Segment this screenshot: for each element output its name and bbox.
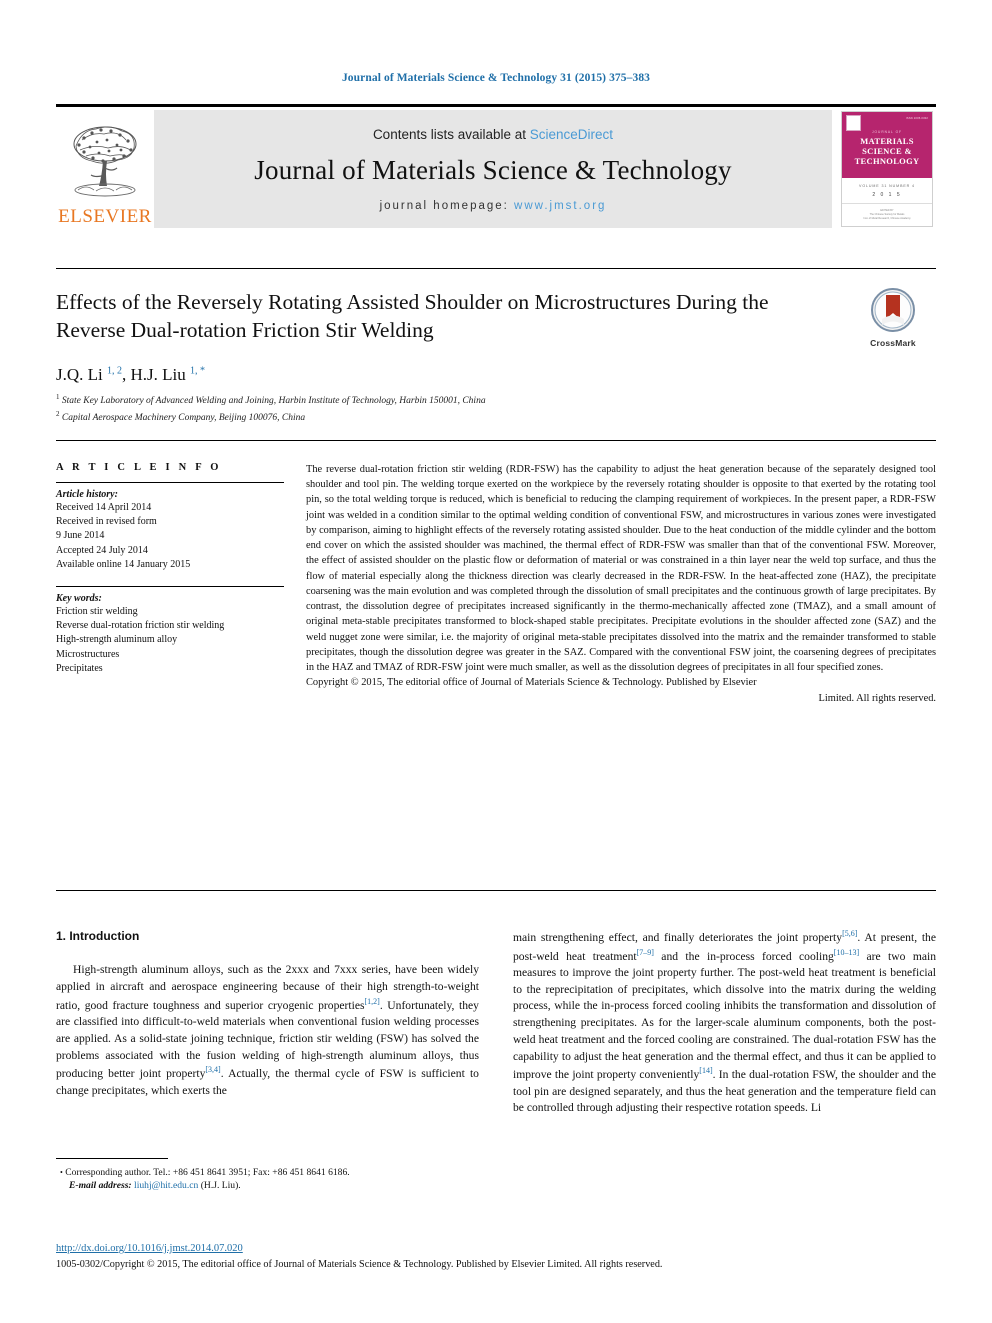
citation-ref[interactable]: [3,4] [205,1065,220,1074]
page-footer: http://dx.doi.org/10.1016/j.jmst.2014.07… [56,1243,936,1270]
crossmark-label: CrossMark [870,338,916,348]
contents-prefix: Contents lists available at [372,127,530,142]
elsevier-logo: ELSEVIER [56,110,154,228]
article-info-heading: A R T I C L E I N F O [56,462,222,473]
affiliation-2: 2 Capital Aerospace Machinery Company, B… [56,409,936,426]
abstract-copyright-line-1: Copyright © 2015, The editorial office o… [306,677,757,689]
footnote-email-link[interactable]: liuhj@hit.edu.cn [134,1180,198,1191]
masthead-bottom-rule [56,268,936,269]
title-block: Effects of the Reversely Rotating Assist… [56,288,936,426]
keywords-label: Key words: [56,592,102,604]
footnote-email-label: E-mail address: [69,1180,132,1192]
footer-copyright: 1005-0302/Copyright © 2015, The editoria… [56,1259,663,1270]
citation-ref[interactable]: [10–13] [834,948,859,957]
journal-cover-thumbnail: ISSN 1005-0302 JOURNAL OF MATERIALS SCIE… [832,110,936,228]
body-column-right: main strengthening effect, and finally d… [513,928,936,1117]
keyword-item: Reverse dual-rotation friction stir weld… [56,620,225,632]
abstract-copyright-line-2: Limited. All rights reserved. [818,692,936,704]
history-item: Available online 14 January 2015 [56,558,191,570]
crossmark-icon [871,288,915,332]
title-bottom-rule [56,440,936,441]
affiliations: 1 State Key Laboratory of Advanced Weldi… [56,392,936,426]
keyword-item: Microstructures [56,648,120,660]
footnote-bullet-icon: • [60,1168,63,1177]
keyword-item: Friction stir welding [56,605,138,617]
intro-right-part-4: are two main measures to improve the joi… [513,949,937,1082]
doi-link[interactable]: http://dx.doi.org/10.1016/j.jmst.2014.07… [56,1243,936,1254]
abstract-copyright: Copyright © 2015, The editorial office o… [306,675,936,705]
abstract-text: The reverse dual-rotation friction stir … [306,464,936,674]
sciencedirect-link[interactable]: ScienceDirect [530,127,613,142]
intro-right-part-1: main strengthening effect, and finally d… [513,930,843,944]
crossmark-badge[interactable]: CrossMark [850,288,936,348]
cover-footer-line-3: Inst. of Metal Research, Chinese Academy [863,216,911,220]
history-item: Accepted 24 July 2014 [56,544,148,556]
article-history-label: Article history: [56,489,118,500]
journal-homepage-link[interactable]: www.jmst.org [514,200,606,212]
body-column-left: 1. Introduction High-strength aluminum a… [56,928,479,1117]
info-and-abstract: A R T I C L E I N F O Article history: R… [56,462,936,706]
citation-ref[interactable]: [1,2] [364,997,379,1006]
elsevier-wordmark: ELSEVIER [58,206,152,227]
page-title: Effects of the Reversely Rotating Assist… [56,290,769,343]
affiliation-marker-2: 2 [56,409,60,418]
affiliation-marker-1: 1 [56,392,60,401]
intro-right-part-3: and the in-process forced cooling [653,949,834,963]
affiliation-text-2: Capital Aerospace Machinery Company, Bei… [61,412,306,423]
author-2: H.J. Liu 1, * [130,364,206,384]
author-1: J.Q. Li 1, 2 [56,364,122,384]
footnote-corresponding-text: Corresponding author. Tel.: +86 451 8641… [65,1167,350,1178]
article-page: Journal of Materials Science & Technolog… [0,0,992,1323]
author-list: J.Q. Li 1, 2, H.J. Liu 1, * [56,365,936,385]
keyword-item: High-strength aluminum alloy [56,634,178,646]
cover-year: 2 0 1 5 [872,191,902,198]
cover-superline: JOURNAL OF [871,129,903,134]
cover-title-line-3: TECHNOLOGY [854,156,920,166]
journal-title: Journal of Materials Science & Technolog… [254,155,732,185]
cover-volume: VOLUME 31 NUMBER 4 [859,183,915,188]
article-info-column: A R T I C L E I N F O Article history: R… [56,462,306,706]
intro-paragraph-right: main strengthening effect, and finally d… [513,928,936,1117]
affiliation-text-1: State Key Laboratory of Advanced Welding… [61,395,486,406]
footnote-body: • Corresponding author. Tel.: +86 451 86… [56,1166,479,1193]
article-info-rule-top [56,482,284,483]
cover-title-line-2: SCIENCE & [862,145,912,156]
citation-ref[interactable]: [5,6] [842,929,857,938]
history-item: Received 14 April 2014 [56,502,152,513]
keyword-item: Precipitates [56,662,103,674]
author-separator: , [122,364,131,384]
masthead-center: Contents lists available at ScienceDirec… [154,110,832,228]
section-heading-introduction: 1. Introduction [56,929,140,943]
contents-lists-line: Contents lists available at ScienceDirec… [373,127,613,142]
history-item: Received in revised form [56,516,157,528]
citation-ref[interactable]: [14] [699,1066,712,1075]
abstract-column: The reverse dual-rotation friction stir … [306,462,936,706]
running-head: Journal of Materials Science & Technolog… [341,72,651,84]
intro-paragraph-left: High-strength aluminum alloys, such as t… [56,962,479,1099]
abstract-bottom-rule [56,890,936,891]
affiliation-1: 1 State Key Laboratory of Advanced Weldi… [56,392,936,409]
citation-ref[interactable]: [7–9] [637,948,654,957]
cover-title-line-1: MATERIALS [860,135,914,146]
cover-society-badge-icon [846,115,861,131]
footnote-email-suffix: (H.J. Liu). [200,1180,241,1192]
elsevier-tree-icon [73,126,137,197]
cover-issn: ISSN 1005-0302 [906,117,928,120]
journal-homepage-line: journal homepage: www.jmst.org [380,200,607,212]
article-info-rule-bottom [56,585,284,587]
footnote-rule [56,1158,168,1159]
body-columns: 1. Introduction High-strength aluminum a… [56,928,936,1117]
journal-masthead: ELSEVIER Contents lists available at Sci… [56,104,936,228]
homepage-prefix: journal homepage: [379,200,515,212]
corresponding-author-footnote: • Corresponding author. Tel.: +86 451 86… [56,1158,479,1193]
history-item: 9 June 2014 [56,530,105,542]
